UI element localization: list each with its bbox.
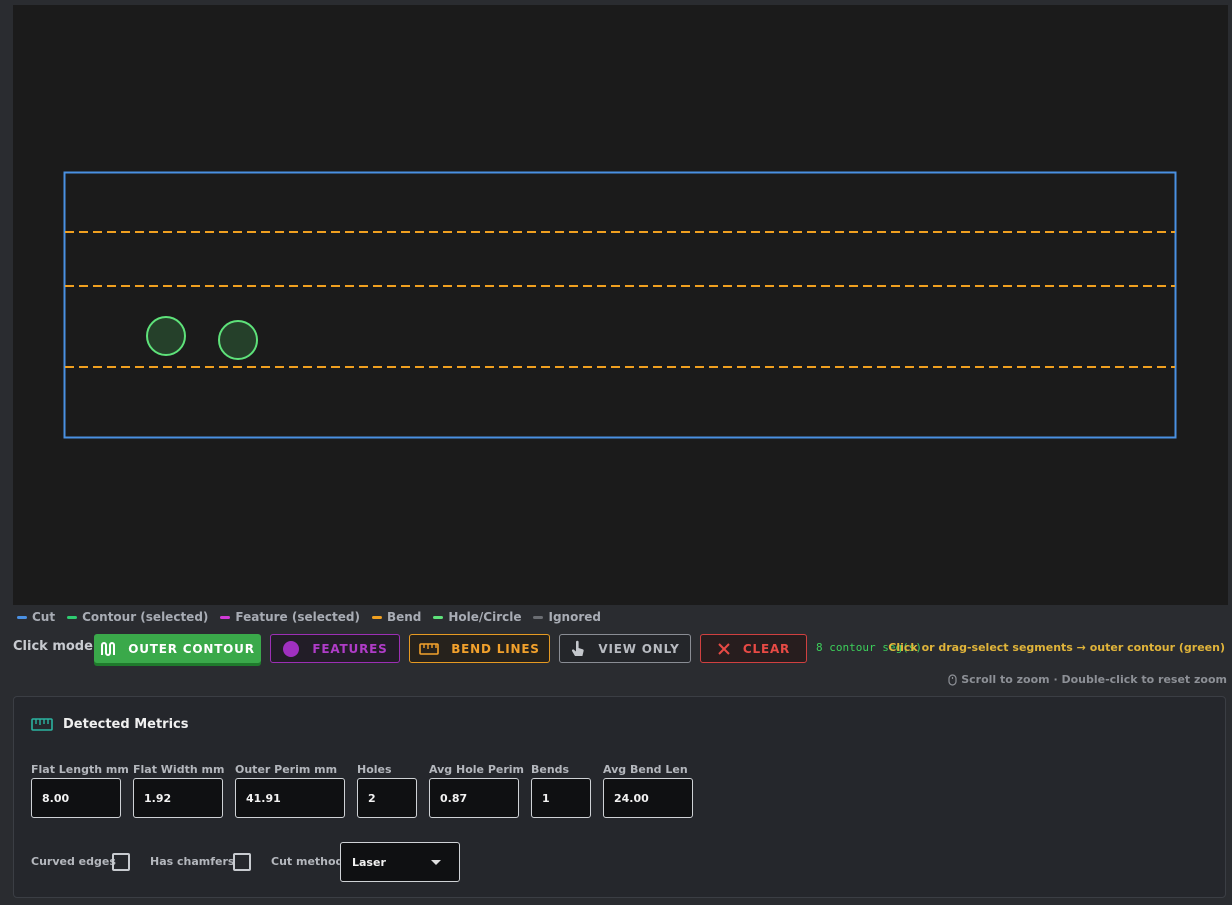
avg-bend-len-field: Avg Bend Len 24.00 <box>603 763 693 818</box>
drawing-canvas[interactable] <box>13 5 1228 605</box>
circle-icon <box>282 640 300 658</box>
outer-perim-input[interactable]: 41.91 <box>235 778 345 818</box>
has-chamfers-checkbox[interactable] <box>233 853 251 871</box>
holes-field: Holes 2 <box>357 763 417 818</box>
legend-label: Hole/Circle <box>448 610 522 624</box>
holes-label: Holes <box>357 763 392 776</box>
clear-button[interactable]: CLEAR <box>700 634 807 663</box>
mouse-scroll-icon <box>946 673 958 686</box>
options-row: Curved edges Has chamfers Cut method Las… <box>31 842 631 882</box>
legend-item-cut: Cut <box>17 610 55 624</box>
hole-circle[interactable] <box>146 316 186 356</box>
legend-item-hole: Hole/Circle <box>433 610 521 624</box>
metrics-title: Detected Metrics <box>63 717 189 732</box>
curved-edges-label: Curved edges <box>31 855 116 868</box>
view-only-label: VIEW ONLY <box>598 641 680 656</box>
clear-label: CLEAR <box>742 641 791 656</box>
ruler-icon <box>419 642 440 655</box>
legend-label: Feature (selected) <box>235 610 360 624</box>
click-mode-bar: Click mode: OUTER CONTOUR FEATURES BEND … <box>13 632 1228 663</box>
avg-bend-len-input[interactable]: 24.00 <box>603 778 693 818</box>
legend-label: Ignored <box>548 610 601 624</box>
outer-contour-label: OUTER CONTOUR <box>128 641 255 656</box>
outer-cut-rectangle[interactable] <box>63 171 1177 439</box>
legend-swatch <box>371 615 382 619</box>
legend-label: Contour (selected) <box>82 610 209 624</box>
outer-perim-label: Outer Perim mm <box>235 763 338 776</box>
legend-label: Cut <box>32 610 56 624</box>
holes-input[interactable]: 2 <box>357 778 417 818</box>
avg-bend-len-label: Avg Bend Len <box>603 763 688 776</box>
flat-width-input[interactable]: 1.92 <box>133 778 223 818</box>
outer-contour-button[interactable]: OUTER CONTOUR <box>94 634 261 663</box>
flat-length-label: Flat Length mm <box>31 763 129 776</box>
pointer-hand-icon <box>570 640 586 658</box>
bends-label: Bends <box>531 763 570 776</box>
legend: Cut Contour (selected) Feature (selected… <box>17 609 613 625</box>
bends-input[interactable]: 1 <box>531 778 591 818</box>
legend-swatch <box>533 615 544 619</box>
legend-swatch <box>17 615 27 619</box>
view-only-button[interactable]: VIEW ONLY <box>559 634 691 663</box>
cut-method-select[interactable]: Laser <box>340 842 460 882</box>
flat-length-input[interactable]: 8.00 <box>31 778 121 818</box>
curved-edges-checkbox[interactable] <box>112 853 130 871</box>
legend-item-contour: Contour (selected) <box>67 610 208 624</box>
outer-perim-field: Outer Perim mm 41.91 <box>235 763 345 818</box>
ruler-icon <box>31 718 53 731</box>
flat-width-field: Flat Width mm 1.92 <box>133 763 224 818</box>
contour-path-icon <box>100 641 116 657</box>
avg-hole-perim-field: Avg Hole Perim 0.87 <box>429 763 524 818</box>
features-label: FEATURES <box>312 641 388 656</box>
zoom-hint-text: Scroll to zoom · Double-click to reset z… <box>961 673 1227 686</box>
metrics-header: Detected Metrics <box>31 717 189 732</box>
bend-lines-label: BEND LINES <box>451 641 540 656</box>
click-mode-label: Click mode: <box>13 639 99 654</box>
mode-hint: Click or drag-select segments → outer co… <box>888 641 1225 654</box>
flat-width-label: Flat Width mm <box>133 763 225 776</box>
flat-length-field: Flat Length mm 8.00 <box>31 763 129 818</box>
legend-swatch <box>67 615 78 619</box>
legend-label: Bend <box>386 610 422 624</box>
legend-item-feature: Feature (selected) <box>220 610 360 624</box>
avg-hole-perim-input[interactable]: 0.87 <box>429 778 519 818</box>
chevron-down-icon <box>431 860 441 865</box>
avg-hole-perim-label: Avg Hole Perim <box>429 763 524 776</box>
zoom-hint: Scroll to zoom · Double-click to reset z… <box>946 673 1227 686</box>
bend-lines-button[interactable]: BEND LINES <box>409 634 550 663</box>
detected-metrics-panel: Detected Metrics Flat Length mm 8.00 Fla… <box>13 696 1226 898</box>
bends-field: Bends 1 <box>531 763 591 818</box>
features-button[interactable]: FEATURES <box>270 634 400 663</box>
legend-item-bend: Bend <box>371 610 422 624</box>
has-chamfers-label: Has chamfers <box>150 855 235 868</box>
legend-swatch <box>220 615 231 619</box>
cut-method-value: Laser <box>352 855 386 869</box>
cut-method-label: Cut method <box>271 855 344 868</box>
part-drawing[interactable] <box>13 5 1228 605</box>
legend-item-ignored: Ignored <box>533 610 601 624</box>
hole-circle[interactable] <box>218 320 258 360</box>
close-icon <box>717 642 731 656</box>
legend-swatch <box>433 615 444 619</box>
